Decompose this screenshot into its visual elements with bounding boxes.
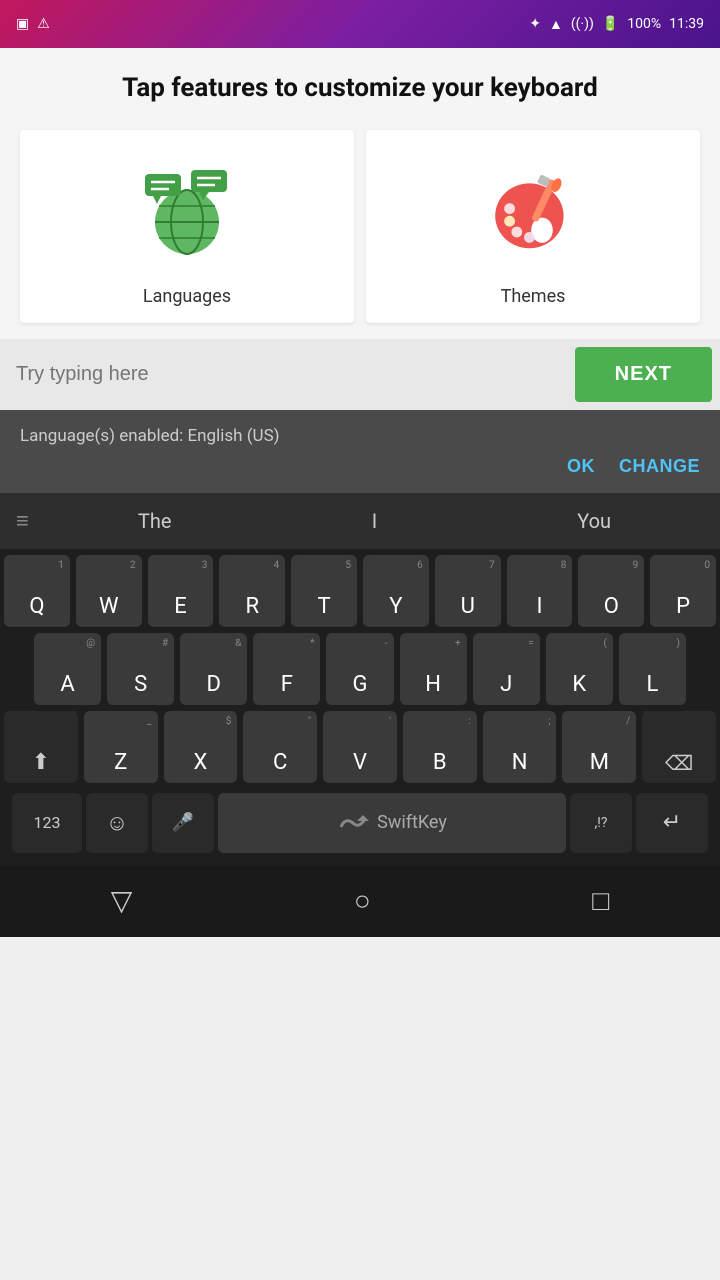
- lang-banner: Language(s) enabled: English (US) OK CHA…: [0, 410, 720, 493]
- key-row-2: @A #S &D *F -G +H =J (K )L: [4, 633, 716, 705]
- num-key[interactable]: 123: [12, 793, 82, 853]
- emoji-key[interactable]: ☺: [86, 793, 148, 853]
- nav-bar: ▽ ○ □: [0, 865, 720, 937]
- status-bar: ▣ ⚠ ✦ ▲ ((·)) 🔋 100% 11:39: [0, 0, 720, 48]
- lang-actions: OK CHANGE: [20, 456, 700, 485]
- themes-icon: [473, 154, 593, 274]
- key-e[interactable]: 3E: [148, 555, 214, 627]
- status-left: ▣ ⚠: [16, 16, 50, 32]
- suggestion-i[interactable]: I: [265, 509, 485, 533]
- key-row-1: 1Q 2W 3E 4R 5T 6Y 7U 8I 9O 0P: [4, 555, 716, 627]
- key-g[interactable]: -G: [326, 633, 393, 705]
- input-area: NEXT: [0, 339, 720, 410]
- key-l[interactable]: )L: [619, 633, 686, 705]
- themes-card[interactable]: Themes: [366, 130, 700, 323]
- key-j[interactable]: =J: [473, 633, 540, 705]
- key-i[interactable]: 8I: [507, 555, 573, 627]
- home-button[interactable]: ○: [354, 884, 371, 917]
- lang-enabled-text: Language(s) enabled: English (US): [20, 426, 700, 446]
- themes-label: Themes: [501, 286, 566, 307]
- backspace-key[interactable]: ⌫: [642, 711, 716, 783]
- key-o[interactable]: 9O: [578, 555, 644, 627]
- menu-icon[interactable]: ≡: [16, 508, 29, 534]
- key-s[interactable]: #S: [107, 633, 174, 705]
- main-content: Tap features to customize your keyboard: [0, 48, 720, 339]
- key-n[interactable]: ;N: [483, 711, 557, 783]
- key-h[interactable]: +H: [400, 633, 467, 705]
- enter-key[interactable]: ↵: [636, 793, 708, 853]
- key-row-3: ⬆ _Z $X "C 'V :B ;N /M ⌫: [4, 711, 716, 783]
- space-key[interactable]: SwiftKey: [218, 793, 566, 853]
- key-k[interactable]: (K: [546, 633, 613, 705]
- shift-key[interactable]: ⬆: [4, 711, 78, 783]
- key-f[interactable]: *F: [253, 633, 320, 705]
- typing-input[interactable]: [8, 351, 567, 398]
- languages-label: Languages: [143, 286, 231, 307]
- suggestion-you[interactable]: You: [484, 509, 704, 533]
- key-b[interactable]: :B: [403, 711, 477, 783]
- battery-percent: 100%: [627, 16, 661, 32]
- page-title: Tap features to customize your keyboard: [20, 72, 700, 106]
- time-display: 11:39: [669, 16, 704, 32]
- keyboard-container: Language(s) enabled: English (US) OK CHA…: [0, 410, 720, 865]
- key-z[interactable]: _Z: [84, 711, 158, 783]
- key-x[interactable]: $X: [164, 711, 238, 783]
- languages-icon: [127, 154, 247, 274]
- bottom-key-row: 123 ☺ 🎤 SwiftKey ,!? ↵: [4, 789, 716, 861]
- suggestions-bar: ≡ The I You: [0, 493, 720, 549]
- languages-card[interactable]: Languages: [20, 130, 354, 323]
- key-w[interactable]: 2W: [76, 555, 142, 627]
- key-u[interactable]: 7U: [435, 555, 501, 627]
- bluetooth-icon: ✦: [529, 16, 541, 32]
- key-a[interactable]: @A: [34, 633, 101, 705]
- back-button[interactable]: ▽: [111, 884, 133, 917]
- suggestion-the[interactable]: The: [45, 509, 265, 533]
- key-m[interactable]: /M: [562, 711, 636, 783]
- change-button[interactable]: CHANGE: [619, 456, 700, 477]
- next-button[interactable]: NEXT: [575, 347, 712, 402]
- key-t[interactable]: 5T: [291, 555, 357, 627]
- key-y[interactable]: 6Y: [363, 555, 429, 627]
- recent-button[interactable]: □: [592, 884, 609, 917]
- signal-icon: ▲: [549, 16, 563, 33]
- screen-icon: ▣: [16, 16, 29, 32]
- key-v[interactable]: 'V: [323, 711, 397, 783]
- feature-cards: Languages: [20, 130, 700, 323]
- key-d[interactable]: &D: [180, 633, 247, 705]
- status-right: ✦ ▲ ((·)) 🔋 100% 11:39: [529, 16, 704, 33]
- wifi-icon: ((·)): [571, 16, 594, 32]
- punct-key[interactable]: ,!?: [570, 793, 632, 853]
- battery-icon: 🔋: [602, 16, 619, 32]
- key-c[interactable]: "C: [243, 711, 317, 783]
- key-q[interactable]: 1Q: [4, 555, 70, 627]
- keyboard: 1Q 2W 3E 4R 5T 6Y 7U 8I 9O 0P @A #S &D *…: [0, 549, 720, 865]
- ok-button[interactable]: OK: [567, 456, 595, 477]
- mic-key[interactable]: 🎤: [152, 793, 214, 853]
- key-p[interactable]: 0P: [650, 555, 716, 627]
- key-r[interactable]: 4R: [219, 555, 285, 627]
- swiftkey-logo: SwiftKey: [337, 812, 447, 833]
- notification-icon: ⚠: [37, 16, 50, 32]
- swiftkey-label: SwiftKey: [377, 812, 447, 833]
